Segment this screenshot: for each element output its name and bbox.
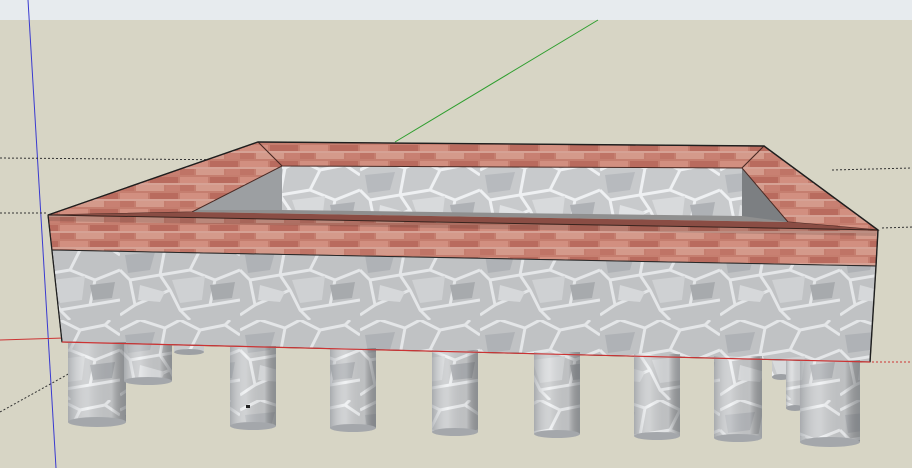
pile[interactable] (330, 348, 376, 432)
pile[interactable] (800, 360, 860, 447)
pile[interactable] (534, 352, 580, 438)
pile[interactable] (230, 346, 276, 430)
pile[interactable] (714, 356, 762, 442)
pile[interactable] (634, 354, 680, 440)
green-axis (394, 19, 599, 143)
sketchup-viewport[interactable] (0, 0, 912, 468)
pile[interactable] (432, 350, 478, 436)
pile[interactable] (68, 342, 126, 427)
guide-line (831, 167, 912, 171)
model-canvas[interactable] (0, 0, 912, 468)
front-piles[interactable] (68, 342, 860, 447)
inner-back-wall (282, 166, 742, 216)
pile[interactable] (124, 344, 172, 385)
guide-line (881, 226, 912, 229)
guide-line (0, 371, 73, 413)
